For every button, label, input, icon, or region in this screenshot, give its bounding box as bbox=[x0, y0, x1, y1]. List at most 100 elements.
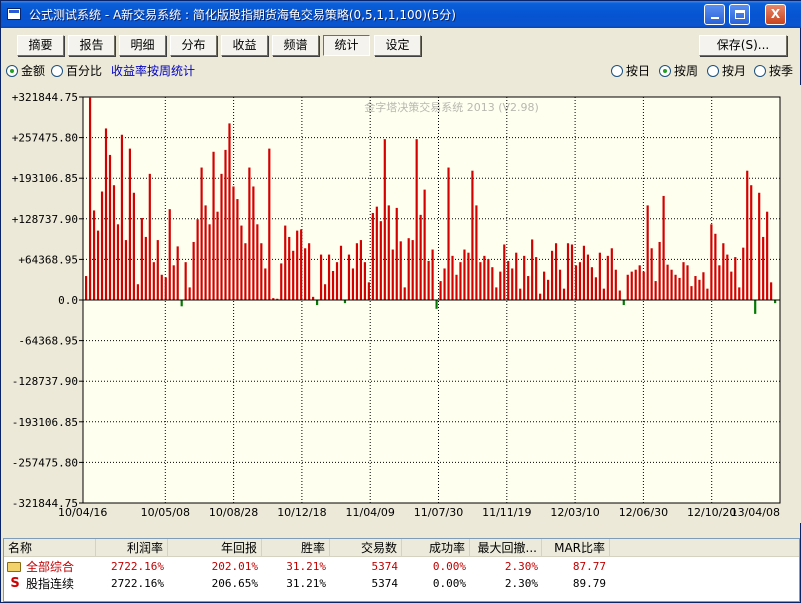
tab-spectrum[interactable]: 频谱 bbox=[272, 35, 319, 56]
chart-bar bbox=[666, 264, 669, 300]
chart-bar bbox=[220, 173, 223, 300]
col-profit-rate[interactable]: 利润率 bbox=[96, 539, 168, 557]
chart-bar bbox=[527, 276, 530, 300]
chart-bar bbox=[383, 139, 386, 300]
chart-bar bbox=[519, 288, 522, 300]
col-name[interactable]: 名称 bbox=[4, 539, 96, 557]
table-header: 名称 利润率 年回报 胜率 交易数 成功率 最大回撤... MAR比率 bbox=[4, 539, 799, 557]
chart-bar bbox=[268, 148, 271, 300]
chart-bar bbox=[363, 262, 366, 300]
col-max-drawdown[interactable]: 最大回撤... bbox=[470, 539, 542, 557]
chart-bar bbox=[132, 192, 135, 300]
y-tick-label: +64368.95 bbox=[18, 253, 78, 266]
chart-bar bbox=[566, 243, 570, 300]
chart-bar bbox=[415, 139, 418, 300]
y-tick-label: +321844.75 bbox=[12, 91, 78, 104]
col-win-rate[interactable]: 胜率 bbox=[262, 539, 330, 557]
chart-bar bbox=[606, 255, 609, 300]
tab-distribution[interactable]: 分布 bbox=[170, 35, 217, 56]
chart-bar bbox=[682, 262, 685, 300]
chart-bar bbox=[423, 189, 426, 300]
chart-bar bbox=[503, 244, 506, 300]
chart-bar bbox=[726, 254, 729, 300]
chart-bar bbox=[387, 205, 390, 300]
chart-bar bbox=[347, 254, 351, 300]
chart-bar bbox=[618, 290, 621, 300]
cell-trade-count: 5374 bbox=[371, 577, 399, 590]
radio-quarterly[interactable]: 按季 bbox=[754, 63, 793, 79]
chart-bar bbox=[586, 254, 590, 300]
tab-report[interactable]: 报告 bbox=[68, 35, 115, 56]
chart-bar bbox=[176, 246, 179, 300]
chart-bar bbox=[280, 263, 283, 300]
chart-bar bbox=[742, 247, 745, 300]
cell-annual-return: 206.65% bbox=[211, 577, 258, 590]
chart-bar bbox=[475, 205, 478, 300]
col-mar-ratio[interactable]: MAR比率 bbox=[542, 539, 610, 557]
chart-bar bbox=[88, 97, 92, 300]
radio-monthly[interactable]: 按月 bbox=[707, 63, 746, 79]
radio-amount-indicator[interactable] bbox=[6, 65, 18, 77]
tab-statistics[interactable]: 统计 bbox=[323, 35, 370, 56]
y-tick-label: 0.0 bbox=[58, 294, 78, 307]
main-window: 公式测试系统 - A新交易系统 : 简化版股指期货海龟交易策略(0,5,1,1,… bbox=[0, 0, 801, 603]
table-row[interactable]: S 股指连续 2722.16% 206.65% 31.21% 5374 0.00… bbox=[4, 576, 799, 592]
radio-daily[interactable]: 按日 bbox=[611, 63, 650, 79]
chart-bar bbox=[646, 205, 649, 300]
save-button[interactable]: 保存(S)... bbox=[699, 35, 787, 56]
radio-weekly-indicator[interactable] bbox=[659, 65, 671, 77]
chart-bar bbox=[248, 167, 251, 300]
chart-bar bbox=[316, 300, 319, 306]
tab-detail[interactable]: 明细 bbox=[119, 35, 166, 56]
chart-bar bbox=[180, 300, 183, 307]
tab-summary[interactable]: 摘要 bbox=[17, 35, 64, 56]
chart-bar bbox=[304, 248, 307, 300]
chart-bar bbox=[319, 254, 323, 300]
chart-bar bbox=[558, 269, 562, 300]
col-trade-count[interactable]: 交易数 bbox=[330, 539, 402, 557]
tab-settings[interactable]: 设定 bbox=[374, 35, 421, 56]
chart-bar bbox=[750, 185, 753, 300]
chart-bar bbox=[152, 262, 155, 300]
chart-bar bbox=[188, 287, 191, 300]
chart-bar bbox=[379, 221, 382, 300]
chart-bar bbox=[547, 279, 550, 300]
chart-bar bbox=[116, 224, 120, 300]
chart-bar bbox=[375, 206, 378, 300]
cell-trade-count: 5374 bbox=[371, 560, 399, 573]
radio-weekly[interactable]: 按周 bbox=[659, 63, 698, 79]
results-table: 名称 利润率 年回报 胜率 交易数 成功率 最大回撤... MAR比率 全部综合… bbox=[3, 538, 800, 602]
radio-percent-indicator[interactable] bbox=[51, 65, 63, 77]
radio-percent[interactable]: 百分比 bbox=[51, 63, 102, 79]
chart-bar bbox=[403, 287, 406, 300]
radio-amount[interactable]: 金额 bbox=[6, 63, 45, 79]
cell-annual-return: 202.01% bbox=[211, 560, 258, 573]
chart-bar bbox=[335, 262, 339, 300]
radio-monthly-indicator[interactable] bbox=[707, 65, 719, 77]
chart-bar bbox=[128, 148, 131, 300]
chart-bar bbox=[483, 255, 486, 300]
cell-profit-rate: 2722.16% bbox=[111, 577, 164, 590]
col-success-rate[interactable]: 成功率 bbox=[402, 539, 470, 557]
close-button[interactable]: X bbox=[765, 4, 786, 25]
x-tick-label: 12/10/20 bbox=[687, 506, 736, 519]
window-title: 公式测试系统 - A新交易系统 : 简化版股指期货海龟交易策略(0,5,1,1,… bbox=[29, 8, 456, 22]
tab-profit[interactable]: 收益 bbox=[221, 35, 268, 56]
radio-quarterly-indicator[interactable] bbox=[754, 65, 766, 77]
chart-bar bbox=[602, 288, 605, 300]
chart-bar bbox=[722, 243, 725, 300]
minimize-button[interactable] bbox=[704, 4, 725, 25]
chart-bar bbox=[638, 265, 641, 300]
chart-bar bbox=[630, 271, 633, 300]
chart-bar bbox=[264, 268, 267, 300]
chart-bar bbox=[674, 274, 677, 300]
table-row[interactable]: 全部综合 2722.16% 202.01% 31.21% 5374 0.00% … bbox=[4, 559, 799, 575]
weekly-profit-bar-chart: 金字塔决策交易系统 2013 (V2.98) +321844.75 +257475.… bbox=[12, 91, 781, 519]
col-annual-return[interactable]: 年回报 bbox=[168, 539, 262, 557]
chart-bar bbox=[614, 269, 617, 300]
radio-daily-indicator[interactable] bbox=[611, 65, 623, 77]
maximize-button[interactable] bbox=[729, 4, 750, 25]
title-bar[interactable]: 公式测试系统 - A新交易系统 : 简化版股指期货海龟交易策略(0,5,1,1,… bbox=[1, 1, 801, 28]
chart-bar bbox=[148, 173, 151, 300]
chart-bar bbox=[85, 276, 88, 300]
